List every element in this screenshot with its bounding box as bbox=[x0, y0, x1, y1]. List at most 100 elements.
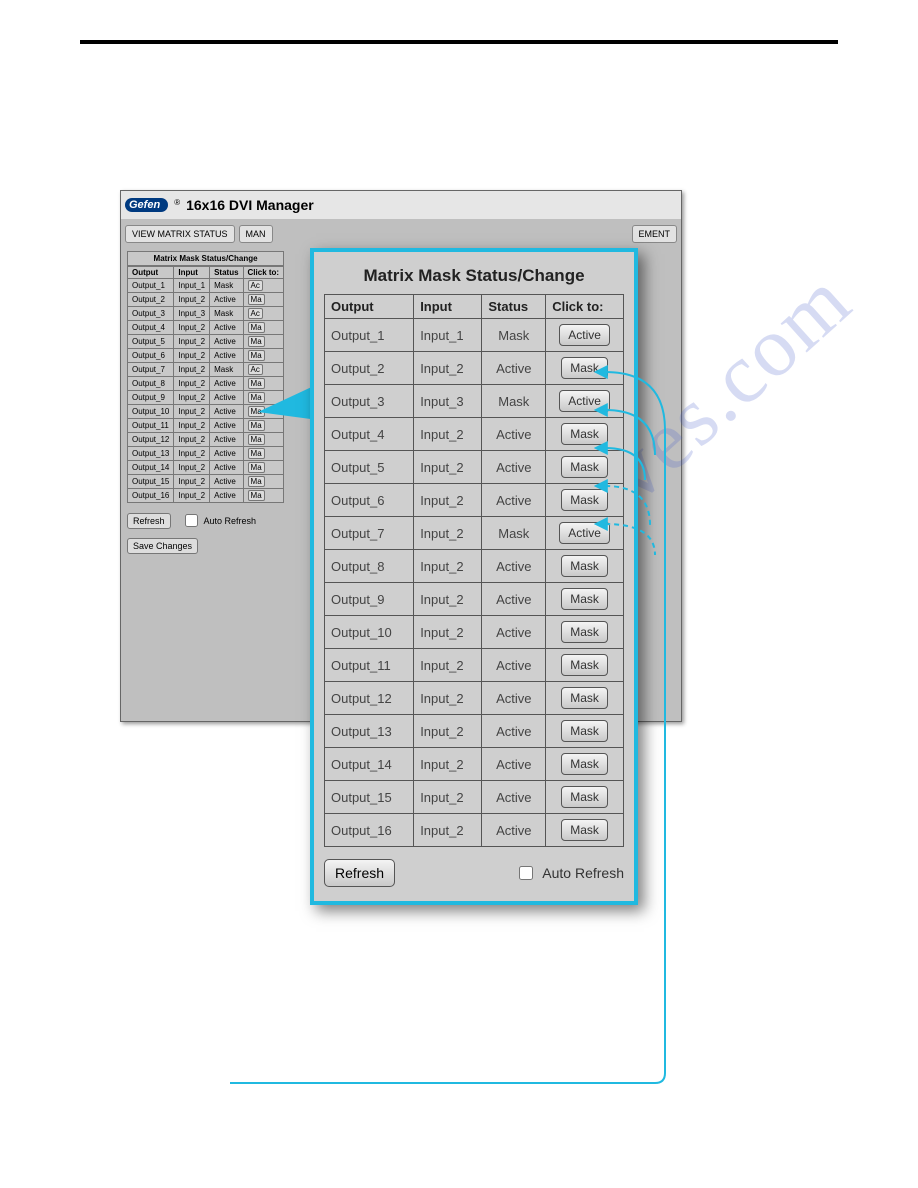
view-matrix-status-button[interactable]: VIEW MATRIX STATUS bbox=[125, 225, 235, 243]
mini-cell-output: Output_9 bbox=[128, 391, 174, 405]
mini-cell-input: Input_2 bbox=[174, 349, 210, 363]
table-row: Output_16Input_2ActiveMask bbox=[325, 814, 624, 847]
mini-cell-output: Output_12 bbox=[128, 433, 174, 447]
mini-table-caption: Matrix Mask Status/Change bbox=[127, 251, 284, 266]
fg-cell-status: Active bbox=[482, 748, 546, 781]
table-row: Output_14Input_2ActiveMa bbox=[128, 461, 284, 475]
mini-th-status: Status bbox=[210, 267, 243, 279]
fg-auto-refresh-checkbox[interactable] bbox=[519, 866, 533, 880]
mini-toggle-button[interactable]: Ma bbox=[248, 294, 265, 305]
fg-cell-input: Input_2 bbox=[414, 682, 482, 715]
toolbar-button-partial-left[interactable]: MAN bbox=[239, 225, 273, 243]
fg-toggle-button[interactable]: Mask bbox=[561, 654, 608, 676]
fg-toggle-button[interactable]: Mask bbox=[561, 621, 608, 643]
fg-cell-input: Input_3 bbox=[414, 385, 482, 418]
table-row: Output_4Input_2ActiveMask bbox=[325, 418, 624, 451]
fg-toggle-button[interactable]: Mask bbox=[561, 555, 608, 577]
mini-cell-output: Output_16 bbox=[128, 489, 174, 503]
fg-toggle-button[interactable]: Mask bbox=[561, 489, 608, 511]
fg-cell-input: Input_2 bbox=[414, 715, 482, 748]
mini-auto-refresh-checkbox[interactable] bbox=[185, 514, 198, 527]
fg-toggle-button[interactable]: Mask bbox=[561, 423, 608, 445]
fg-panel-title: Matrix Mask Status/Change bbox=[324, 266, 624, 286]
app-header: Gefen ® 16x16 DVI Manager bbox=[121, 191, 681, 219]
table-row: Output_3Input_3Mask Active bbox=[325, 385, 624, 418]
fg-controls: Refresh Auto Refresh bbox=[324, 859, 624, 887]
mini-th-input: Input bbox=[174, 267, 210, 279]
mini-toggle-button[interactable]: Ma bbox=[248, 420, 265, 431]
mini-toggle-button[interactable]: Ma bbox=[248, 462, 265, 473]
table-row: Output_10Input_2ActiveMask bbox=[325, 616, 624, 649]
mini-cell-input: Input_1 bbox=[174, 279, 210, 293]
mini-cell-input: Input_2 bbox=[174, 433, 210, 447]
mini-cell-output: Output_1 bbox=[128, 279, 174, 293]
fg-cell-input: Input_2 bbox=[414, 781, 482, 814]
fg-toggle-button[interactable]: Mask bbox=[561, 687, 608, 709]
mini-cell-status: Active bbox=[210, 321, 243, 335]
fg-cell-input: Input_2 bbox=[414, 616, 482, 649]
mini-cell-status: Active bbox=[210, 447, 243, 461]
mini-cell-status: Active bbox=[210, 335, 243, 349]
fg-cell-output: Output_11 bbox=[325, 649, 414, 682]
fg-toggle-button[interactable]: Mask bbox=[561, 456, 608, 478]
fg-cell-input: Input_2 bbox=[414, 517, 482, 550]
mini-toggle-button[interactable]: Ma bbox=[248, 490, 265, 501]
fg-toggle-button[interactable]: Mask bbox=[561, 588, 608, 610]
mini-toggle-button[interactable]: Ac bbox=[248, 308, 263, 319]
fg-th-input: Input bbox=[414, 295, 482, 319]
fg-cell-status: Active bbox=[482, 682, 546, 715]
table-row: Output_2Input_2ActiveMa bbox=[128, 293, 284, 307]
mini-toggle-button[interactable]: Ma bbox=[248, 448, 265, 459]
fg-toggle-button[interactable]: Active bbox=[559, 324, 610, 346]
table-row: Output_11Input_2ActiveMa bbox=[128, 419, 284, 433]
mini-auto-refresh[interactable]: Auto Refresh bbox=[181, 511, 257, 530]
table-row: Output_12Input_2ActiveMask bbox=[325, 682, 624, 715]
mini-th-output: Output bbox=[128, 267, 174, 279]
fg-cell-input: Input_1 bbox=[414, 319, 482, 352]
mini-cell-output: Output_2 bbox=[128, 293, 174, 307]
mini-cell-input: Input_2 bbox=[174, 293, 210, 307]
mini-toggle-button[interactable]: Ma bbox=[248, 434, 265, 445]
mini-toggle-button[interactable]: Ac bbox=[248, 364, 263, 375]
fg-cell-status: Mask bbox=[482, 385, 546, 418]
mini-toggle-button[interactable]: Ma bbox=[248, 476, 265, 487]
fg-toggle-button[interactable]: Mask bbox=[561, 753, 608, 775]
fg-cell-output: Output_16 bbox=[325, 814, 414, 847]
table-row: Output_3Input_3MaskAc bbox=[128, 307, 284, 321]
table-row: Output_14Input_2ActiveMask bbox=[325, 748, 624, 781]
mini-cell-output: Output_3 bbox=[128, 307, 174, 321]
fg-cell-output: Output_10 bbox=[325, 616, 414, 649]
table-row: Output_6Input_2ActiveMa bbox=[128, 349, 284, 363]
fg-toggle-button[interactable]: Active bbox=[559, 522, 610, 544]
mini-toggle-button[interactable]: Ma bbox=[248, 336, 265, 347]
table-row: Output_4Input_2ActiveMa bbox=[128, 321, 284, 335]
mini-refresh-button[interactable]: Refresh bbox=[127, 513, 171, 529]
fg-toggle-button[interactable]: Mask bbox=[561, 819, 608, 841]
table-row: Output_2Input_2ActiveMask bbox=[325, 352, 624, 385]
mini-toggle-button[interactable]: Ma bbox=[248, 350, 265, 361]
fg-cell-input: Input_2 bbox=[414, 583, 482, 616]
mini-toggle-button[interactable]: Ma bbox=[248, 322, 265, 333]
mini-cell-input: Input_2 bbox=[174, 391, 210, 405]
save-changes-button[interactable]: Save Changes bbox=[127, 538, 198, 554]
fg-cell-input: Input_2 bbox=[414, 814, 482, 847]
registered-icon: ® bbox=[174, 198, 180, 207]
table-row: Output_15Input_2ActiveMa bbox=[128, 475, 284, 489]
fg-auto-refresh[interactable]: Auto Refresh bbox=[515, 863, 624, 883]
mini-cell-output: Output_11 bbox=[128, 419, 174, 433]
fg-toggle-button[interactable]: Mask bbox=[561, 720, 608, 742]
fg-toggle-button[interactable]: Mask bbox=[561, 357, 608, 379]
mini-toggle-button[interactable]: Ac bbox=[248, 280, 263, 291]
table-row: Output_1Input_1MaskActive bbox=[325, 319, 624, 352]
mini-cell-input: Input_2 bbox=[174, 475, 210, 489]
fg-refresh-button[interactable]: Refresh bbox=[324, 859, 395, 887]
toolbar-button-partial-right[interactable]: EMENT bbox=[632, 225, 678, 243]
fg-toggle-button[interactable]: Active bbox=[559, 390, 610, 412]
mini-cell-output: Output_10 bbox=[128, 405, 174, 419]
fg-cell-output: Output_9 bbox=[325, 583, 414, 616]
fg-cell-output: Output_3 bbox=[325, 385, 414, 418]
fg-cell-input: Input_2 bbox=[414, 484, 482, 517]
fg-cell-status: Active bbox=[482, 649, 546, 682]
fg-cell-status: Mask bbox=[482, 319, 546, 352]
fg-toggle-button[interactable]: Mask bbox=[561, 786, 608, 808]
